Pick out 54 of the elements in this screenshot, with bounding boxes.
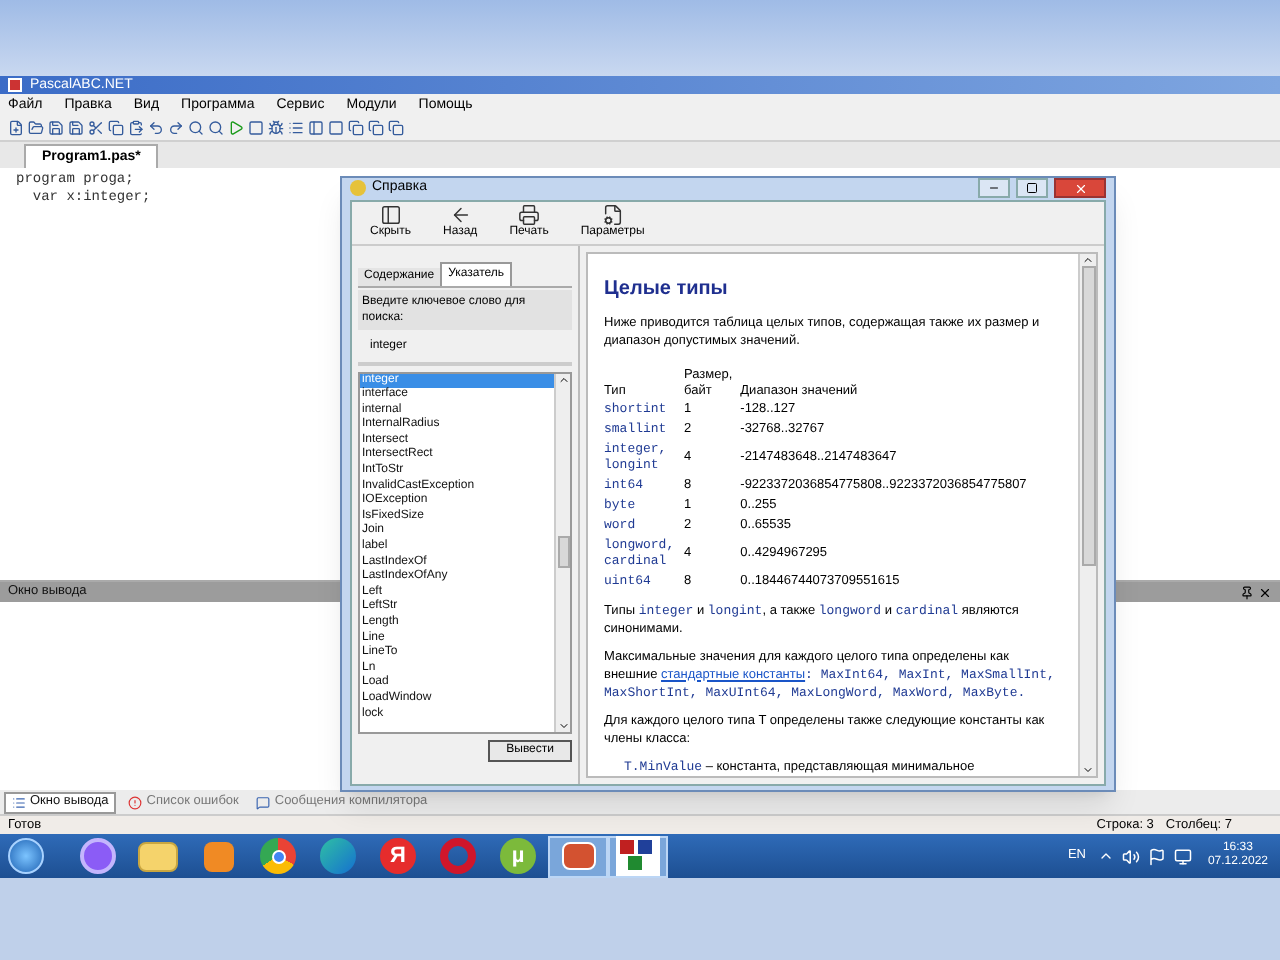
list-icon[interactable]	[288, 120, 304, 136]
scroll-up-icon[interactable]	[1082, 253, 1094, 265]
close-button[interactable]	[1054, 178, 1106, 199]
window-icon[interactable]	[368, 120, 384, 136]
options-icon	[601, 204, 624, 226]
maximize-icon	[1026, 182, 1038, 195]
copy-icon[interactable]	[108, 120, 124, 136]
yandex-icon[interactable]: Я	[380, 838, 416, 874]
article-heading: Целые типы	[604, 275, 730, 303]
save-icon[interactable]	[48, 120, 64, 136]
printer-icon	[518, 204, 541, 226]
folder-icon[interactable]	[138, 841, 178, 871]
pin-icon[interactable]	[1240, 585, 1254, 599]
taskbar-app[interactable]	[548, 835, 608, 877]
frame-icon[interactable]	[328, 120, 344, 136]
window-icon[interactable]	[388, 120, 404, 136]
scroll-down-icon[interactable]	[1082, 763, 1094, 775]
scrollbar[interactable]	[554, 373, 570, 731]
search-icon[interactable]	[188, 120, 204, 136]
network-icon[interactable]	[1173, 847, 1192, 865]
hide-panel-icon	[379, 204, 402, 226]
window-icon[interactable]	[348, 120, 364, 136]
taskbar-app[interactable]	[608, 835, 668, 877]
scroll-up-icon[interactable]	[557, 373, 569, 385]
panel-icon[interactable]	[308, 120, 324, 136]
paste-icon[interactable]	[128, 120, 144, 136]
start-button[interactable]	[8, 838, 44, 874]
flag-icon[interactable]	[1147, 847, 1166, 865]
open-folder-icon[interactable]	[28, 120, 44, 136]
error-icon	[128, 795, 143, 809]
stop-icon[interactable]	[248, 120, 264, 136]
abc-logo-icon[interactable]	[616, 836, 660, 876]
taskbar-app[interactable]: Я	[368, 835, 428, 877]
scroll-thumb[interactable]	[1081, 265, 1095, 565]
scroll-thumb[interactable]	[557, 536, 569, 568]
message-icon	[256, 795, 271, 809]
run-icon[interactable]	[228, 120, 244, 136]
debug-icon[interactable]	[268, 120, 284, 136]
new-file-icon[interactable]	[8, 120, 24, 136]
minimize-icon	[988, 182, 1000, 195]
undo-icon[interactable]	[148, 120, 164, 136]
tray-expand-icon[interactable]	[1097, 848, 1114, 864]
app-icon	[8, 78, 22, 92]
redo-icon[interactable]	[168, 120, 184, 136]
maximize-button[interactable]	[1016, 178, 1048, 199]
close-icon	[1073, 181, 1087, 196]
list-icon	[12, 795, 26, 809]
volume-icon[interactable]	[1121, 847, 1140, 865]
close-icon[interactable]	[1258, 585, 1272, 599]
article-scrollbar[interactable]	[1078, 253, 1096, 775]
cut-icon[interactable]	[88, 120, 104, 136]
back-arrow-icon	[449, 204, 472, 226]
chrome-icon[interactable]	[260, 838, 296, 874]
scroll-down-icon[interactable]	[557, 719, 569, 731]
